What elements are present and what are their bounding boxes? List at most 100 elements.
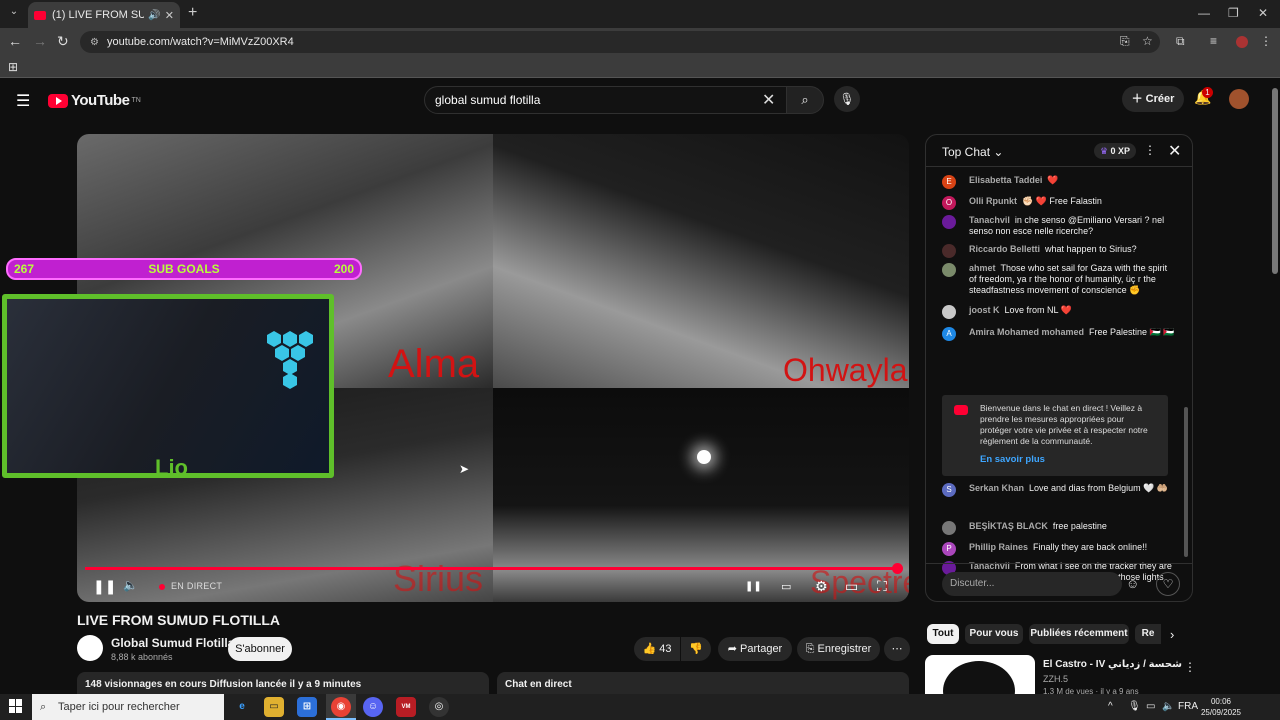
channel-avatar[interactable] — [77, 635, 103, 661]
more-actions-icon[interactable]: ⋯ — [884, 637, 910, 661]
volume-icon[interactable]: 🔈 — [123, 578, 138, 592]
share-button[interactable]: ➦ Partager — [718, 637, 792, 661]
speaker-icon[interactable]: 🔊 — [148, 10, 160, 21]
chat-author[interactable]: BEŞİKTAŞ BLACK — [969, 521, 1048, 531]
mic-icon: 🎙 — [839, 92, 855, 106]
chat-author[interactable]: Olli Rpunkt — [969, 196, 1017, 206]
site-info-icon[interactable]: ⚙ — [90, 37, 99, 48]
chat-messages[interactable]: E Elisabetta Taddei ❤️ O Olli Rpunkt ✊🏻 ❤️ F… — [926, 169, 1192, 594]
chrome-icon[interactable]: ◉ — [331, 697, 351, 717]
chip-recent[interactable]: Publiées récemment — [1029, 624, 1129, 644]
chip-all[interactable]: Tout — [927, 624, 959, 644]
browser-tab[interactable]: (1) LIVE FROM SUMUD FLO 🔊 ✕ — [28, 2, 180, 28]
tab-search-icon[interactable]: ⌄ — [6, 6, 22, 22]
chat-input[interactable]: Discuter... — [942, 572, 1122, 596]
address-bar[interactable]: ⚙ youtube.com/watch?v=MiMVzZ00XR4 — [80, 31, 1160, 53]
chat-close-icon[interactable]: ✕ — [1168, 141, 1181, 161]
tray-network-icon[interactable]: ▭ — [1146, 701, 1155, 712]
theater-mode-icon[interactable]: ▭ — [845, 578, 858, 595]
subtitles-icon[interactable]: ▭ — [781, 580, 791, 593]
tray-mic-icon[interactable]: 🎙 — [1128, 701, 1141, 712]
file-explorer-icon[interactable]: ▭ — [264, 697, 284, 717]
browser-menu-icon[interactable]: ⋮ — [1260, 34, 1272, 48]
chevron-right-icon[interactable]: › — [1170, 627, 1174, 642]
progress-bar[interactable] — [85, 563, 903, 574]
obs-icon[interactable]: ◎ — [429, 697, 449, 717]
windows-start-icon[interactable] — [9, 699, 23, 713]
tray-volume-icon[interactable]: 🔈 — [1162, 701, 1174, 712]
related-video-channel[interactable]: ZZH.5 — [1043, 674, 1068, 684]
dislike-button[interactable]: 👎 — [681, 637, 711, 661]
extensions-icon[interactable]: ⧉ — [1176, 34, 1185, 49]
chat-author[interactable]: Elisabetta Taddei — [969, 175, 1042, 185]
edge-icon[interactable]: e — [232, 697, 252, 717]
youtube-logo[interactable]: YouTube TN — [48, 92, 141, 109]
chat-author[interactable]: ahmet — [969, 263, 996, 273]
voice-search-button[interactable]: 🎙 — [834, 86, 860, 112]
tray-clock[interactable]: 00:06 25/09/2025 — [1196, 696, 1246, 718]
learn-more-link[interactable]: En savoir plus — [980, 454, 1158, 465]
profile-icon[interactable] — [1236, 36, 1248, 48]
chat-options-icon[interactable]: ⋮ — [1144, 143, 1156, 157]
chat-scroll-thumb[interactable] — [1184, 407, 1188, 557]
save-button[interactable]: ⎘ Enregistrer — [797, 637, 880, 661]
chat-scrollbar[interactable] — [1184, 171, 1188, 563]
channel-name[interactable]: Global Sumud Flotilla — [111, 636, 234, 650]
chat-author[interactable]: Amira Mohamed mohamed — [969, 327, 1084, 337]
chat-author[interactable]: Tanachvil — [969, 215, 1010, 225]
chat-author[interactable]: joost K — [969, 305, 1000, 315]
back-icon[interactable]: ← — [8, 33, 22, 49]
page-scrollbar[interactable] — [1272, 88, 1278, 274]
subscribe-button[interactable]: S'abonner — [228, 637, 292, 661]
pause-icon[interactable]: ❚❚ — [93, 578, 116, 595]
heart-reaction-icon[interactable]: ♡ — [1156, 572, 1180, 596]
share-label: Partager — [740, 643, 783, 655]
create-button[interactable]: ＋ Créer — [1122, 86, 1184, 112]
emoji-icon[interactable]: ☺ — [1126, 576, 1139, 591]
discord-icon[interactable]: ☺ — [363, 697, 383, 717]
forward-icon[interactable]: → — [33, 33, 47, 49]
store-icon[interactable]: ⊞ — [297, 697, 317, 717]
new-tab-button[interactable]: + — [188, 4, 197, 22]
related-video-title[interactable]: El Castro - IV شحسة / زدياني — [1043, 659, 1182, 670]
install-app-icon[interactable]: ⎘ — [1120, 34, 1130, 49]
close-window-icon[interactable]: ✕ — [1258, 6, 1268, 20]
menu-icon[interactable]: ☰ — [16, 91, 30, 111]
restore-icon[interactable]: ❐ — [1228, 6, 1239, 20]
taskbar-search-input[interactable]: ⌕ Taper ici pour rechercher — [32, 694, 224, 720]
chat-avatar: P — [942, 542, 956, 556]
chat-author[interactable]: Serkan Khan — [969, 483, 1024, 493]
hexagon-lights-icon — [267, 331, 313, 389]
account-avatar[interactable] — [1229, 89, 1249, 109]
progress-scrubber[interactable] — [892, 563, 903, 574]
url-text: youtube.com/watch?v=MiMVzZ00XR4 — [106, 36, 294, 48]
tray-chevron-icon[interactable]: ^ — [1108, 701, 1113, 712]
chat-message: O Olli Rpunkt ✊🏻 ❤️ Free Falastin — [942, 196, 1176, 210]
browser-tabbar: ⌄ (1) LIVE FROM SUMUD FLO 🔊 ✕ + — ❐ ✕ — [0, 0, 1280, 28]
apps-grid-icon[interactable]: ⊞ — [8, 60, 18, 74]
search-input[interactable]: global sumud flotilla — [424, 86, 788, 114]
media-control-icon[interactable]: ≡ — [1210, 34, 1217, 48]
chat-author[interactable]: Riccardo Belletti — [969, 244, 1040, 254]
tab-close-icon[interactable]: ✕ — [165, 9, 174, 22]
related-video-menu-icon[interactable]: ⋮ — [1184, 660, 1196, 674]
chat-author[interactable]: Phillip Raines — [969, 542, 1028, 552]
like-button[interactable]: 👍 43 — [634, 637, 680, 661]
reload-icon[interactable]: ↻ — [57, 33, 69, 50]
chip-for-you[interactable]: Pour vous — [965, 624, 1023, 644]
chat-message: ahmet Those who set sail for Gaza with th… — [942, 263, 1176, 296]
notification-count-badge: 1 — [1202, 87, 1213, 98]
fullscreen-icon[interactable]: ⛶ — [877, 578, 887, 595]
settings-gear-icon[interactable]: ⚙ — [815, 578, 828, 595]
bookmark-star-icon[interactable]: ☆ — [1142, 34, 1153, 48]
minimize-icon[interactable]: — — [1198, 6, 1210, 20]
miniplayer-pause-icon[interactable]: ❚❚ — [745, 581, 762, 592]
search-button[interactable]: ⌕ — [786, 86, 824, 114]
xp-badge[interactable]: ♛ 0 XP — [1094, 143, 1136, 159]
live-indicator[interactable]: EN DIRECT — [159, 581, 222, 591]
chat-mode-dropdown[interactable]: Top Chat ⌄ — [942, 145, 1003, 159]
clear-search-icon[interactable]: ✕ — [762, 90, 775, 110]
tray-language[interactable]: FRA — [1178, 701, 1198, 712]
chip-more[interactable]: Re — [1135, 624, 1161, 644]
voicemeeter-icon[interactable]: VM — [396, 697, 416, 717]
